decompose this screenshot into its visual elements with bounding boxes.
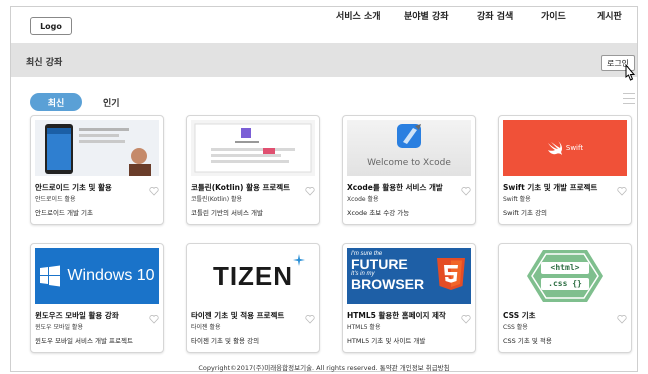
tab-popular[interactable]: 인기 — [103, 96, 120, 109]
nav-service-intro[interactable]: 서비스 소개 — [336, 9, 381, 22]
tab-latest[interactable]: 최신 — [30, 93, 82, 111]
nav-courses-by-field[interactable]: 분야별 강좌 — [404, 9, 449, 22]
heart-icon[interactable] — [305, 186, 315, 196]
course-author: Xcode 활용 — [347, 196, 379, 203]
course-description: HTML5 기초 및 사이트 개발 — [347, 337, 426, 345]
course-thumbnail: Windows 10 — [35, 248, 159, 304]
css-line-1: <html> — [550, 263, 580, 272]
mouse-cursor-icon — [625, 63, 636, 81]
scroll-indicator[interactable] — [623, 93, 635, 108]
heart-icon[interactable] — [305, 314, 315, 324]
html5-shield-icon — [437, 258, 465, 290]
course-description: Swift 기초 강의 — [503, 209, 548, 217]
course-thumbnail: TIZEN — [191, 248, 315, 304]
course-title: 안드로이드 기초 및 활용 — [35, 183, 112, 192]
heart-icon[interactable] — [617, 186, 627, 196]
course-card-swift[interactable]: Swift Swift 기초 및 개발 프로젝트 Swift 활용 Swift … — [498, 115, 632, 225]
css-line-2: .css {} — [548, 279, 582, 288]
course-card-tizen[interactable]: TIZEN 타이젠 기초 및 적용 프로젝트 타이젠 활용 타이젠 기초 및 활… — [186, 243, 320, 353]
course-card-css[interactable]: <html> .css {} CSS 기초 CSS 활용 CSS 기초 및 적용 — [498, 243, 632, 353]
course-title: 타이젠 기초 및 적용 프로젝트 — [191, 311, 285, 320]
course-thumbnail — [191, 120, 315, 176]
course-thumbnail: <html> .css {} — [503, 248, 627, 304]
course-title: Xcode를 활용한 서비스 개발 — [347, 183, 443, 192]
course-author: Swift 활용 — [503, 196, 531, 203]
course-card-kotlin[interactable]: 코틀린(Kotlin) 활용 프로젝트 코틀린(Kotlin) 활용 코틀린 기… — [186, 115, 320, 225]
heart-icon[interactable] — [617, 314, 627, 324]
heart-icon[interactable] — [461, 186, 471, 196]
course-title: HTML5 활용한 홈페이지 제작 — [347, 311, 446, 320]
page-title: 최신 강좌 — [26, 58, 63, 68]
windows-label: Windows 10 — [67, 267, 155, 284]
course-author: 코틀린(Kotlin) 활용 — [191, 196, 242, 203]
heart-icon[interactable] — [461, 314, 471, 324]
course-title: 윈도우즈 모바일 활용 강좌 — [35, 311, 119, 320]
course-thumbnail: Swift — [503, 120, 627, 176]
course-author: 윈도우 모바일 활용 — [35, 324, 83, 331]
course-title: CSS 기초 — [503, 311, 536, 320]
course-author: CSS 활용 — [503, 324, 528, 331]
footer-copyright: Copyright©2017(주)미래융합정보기술. All rights re… — [198, 364, 450, 372]
windows-logo-icon — [40, 265, 61, 287]
course-title: 코틀린(Kotlin) 활용 프로젝트 — [191, 183, 291, 192]
tizen-sparkle-icon — [293, 254, 305, 266]
course-author: 타이젠 활용 — [191, 324, 221, 331]
course-title: Swift 기초 및 개발 프로젝트 — [503, 183, 598, 192]
course-author: 안드로이드 활용 — [35, 196, 76, 203]
subheader-bar: 최신 강좌 로그인 — [11, 43, 637, 77]
course-card-windows[interactable]: Windows 10 윈도우즈 모바일 활용 강좌 윈도우 모바일 활용 윈도우… — [30, 243, 164, 353]
tizen-label: TIZEN — [212, 260, 294, 291]
nav-course-search[interactable]: 강좌 검색 — [477, 9, 513, 22]
swift-label: Swift — [565, 144, 584, 152]
course-card-xcode[interactable]: Welcome to Xcode Xcode를 활용한 서비스 개발 Xcode… — [342, 115, 476, 225]
heart-icon[interactable] — [149, 186, 159, 196]
swift-bird-icon — [547, 141, 562, 155]
nav-guide[interactable]: 가이드 — [541, 9, 566, 22]
course-description: 윈도우 모바일 서비스 개발 프로젝트 — [35, 337, 133, 345]
course-card-android[interactable]: 안드로이드 기초 및 활용 안드로이드 활용 안드로이드 개발 기초 — [30, 115, 164, 225]
app-frame: Logo 서비스 소개 분야별 강좌 강좌 검색 가이드 게시판 최신 강좌 로… — [10, 6, 638, 372]
course-description: Xcode 초보 수강 가능 — [347, 209, 410, 217]
course-thumbnail: I'm sure the FUTURE It's in my BROWSER — [347, 248, 471, 304]
xcode-welcome-text: Welcome to Xcode — [367, 158, 451, 168]
course-description: 타이젠 기초 및 활용 강의 — [191, 337, 260, 345]
nav-board[interactable]: 게시판 — [597, 9, 622, 22]
course-description: 코틀린 기반의 서비스 개발 — [191, 209, 263, 217]
course-description: 안드로이드 개발 기초 — [35, 209, 93, 217]
course-description: CSS 기초 및 적용 — [503, 337, 552, 345]
course-thumbnail — [35, 120, 159, 176]
course-author: HTML5 활용 — [347, 324, 381, 331]
logo-button[interactable]: Logo — [30, 17, 72, 35]
course-thumbnail: Welcome to Xcode — [347, 120, 471, 176]
html5-line-2: FUTURE — [351, 256, 408, 272]
html5-line-4: BROWSER — [351, 276, 425, 292]
course-card-html5[interactable]: I'm sure the FUTURE It's in my BROWSER H… — [342, 243, 476, 353]
heart-icon[interactable] — [149, 314, 159, 324]
